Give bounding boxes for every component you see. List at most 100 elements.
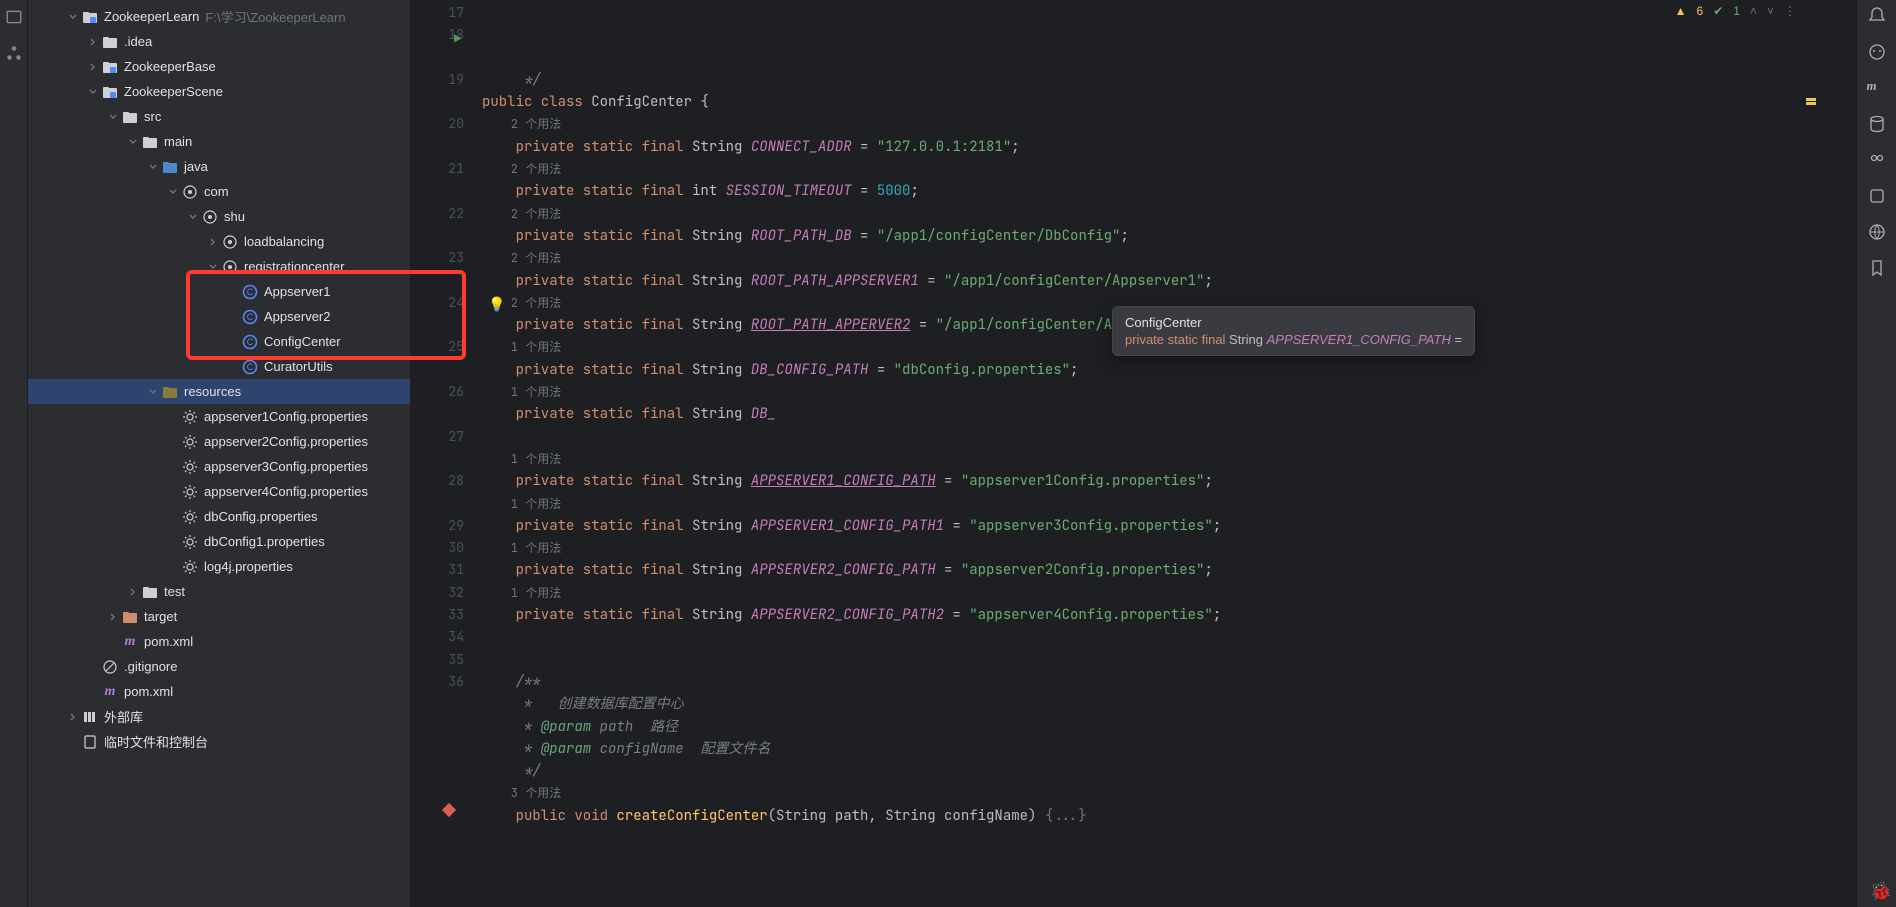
tree-node-zookeeperscene[interactable]: ZookeeperScene [28, 79, 410, 104]
more-icon[interactable]: ⋮ [1784, 4, 1796, 18]
usages-inlay[interactable]: 1 个用法 [482, 537, 1856, 559]
notifications-icon[interactable] [1867, 6, 1887, 26]
gutter-line[interactable]: 32 [410, 582, 464, 604]
bookmarks-icon[interactable] [1867, 258, 1887, 278]
gutter-line[interactable] [410, 716, 464, 738]
web-icon[interactable] [1867, 222, 1887, 242]
chevron-down-icon[interactable] [124, 137, 142, 147]
gutter-line[interactable] [410, 136, 464, 158]
structure-icon[interactable] [5, 44, 23, 62]
usages-inlay[interactable]: 2 个用法 [482, 158, 1856, 180]
gutter-line[interactable]: 33 [410, 604, 464, 626]
usages-inlay[interactable]: 2 个用法 [482, 113, 1856, 135]
chevron-down-icon[interactable] [104, 112, 122, 122]
gutter-line[interactable]: 35 [410, 649, 464, 671]
gutter-line[interactable]: 31 [410, 559, 464, 581]
chevron-right-icon[interactable] [104, 612, 122, 622]
tree-node-curatorutils[interactable]: CCuratorUtils [28, 354, 410, 379]
chevron-right-icon[interactable] [124, 587, 142, 597]
tree-node-registrationcenter[interactable]: registrationcenter [28, 254, 410, 279]
tree-node-main[interactable]: main [28, 129, 410, 154]
code-line[interactable]: * @param configName 配置文件名 [482, 738, 1856, 760]
gutter-line[interactable] [410, 270, 464, 292]
gutter-line[interactable] [410, 359, 464, 381]
tree-node-dbconfig-properties[interactable]: dbConfig.properties [28, 504, 410, 529]
tree-node-appserver1config-properties[interactable]: appserver1Config.properties [28, 404, 410, 429]
usages-inlay[interactable]: 2 个用法 [482, 247, 1856, 269]
warning-marker[interactable] [1806, 102, 1816, 105]
tree-node-log4j-properties[interactable]: log4j.properties [28, 554, 410, 579]
code-line[interactable]: * @param path 路径 [482, 716, 1856, 738]
gutter-line[interactable]: 34 [410, 626, 464, 648]
code-line[interactable]: /** [482, 671, 1856, 693]
gutter-line[interactable]: 20 [410, 113, 464, 135]
usages-inlay[interactable]: 1 个用法 [482, 381, 1856, 403]
code-line[interactable]: private static final String ROOT_PATH_AP… [482, 270, 1856, 292]
tree-node-appserver2config-properties[interactable]: appserver2Config.properties [28, 429, 410, 454]
chevron-down-icon[interactable] [84, 87, 102, 97]
tree-node-shu[interactable]: shu [28, 204, 410, 229]
chevron-down-icon[interactable] [184, 212, 202, 222]
tree-node-appserver3config-properties[interactable]: appserver3Config.properties [28, 454, 410, 479]
run-gutter-icon[interactable]: ▶ [454, 28, 462, 50]
collaborate-icon[interactable] [1867, 150, 1887, 170]
gutter-line[interactable]: 26 [410, 381, 464, 403]
tree-node-dbconfig1-properties[interactable]: dbConfig1.properties [28, 529, 410, 554]
code-line[interactable]: private static final String DB_CONFIG_PA… [482, 359, 1856, 381]
gutter-line[interactable] [410, 180, 464, 202]
gutter-line[interactable]: 23 [410, 247, 464, 269]
ok-icon[interactable]: ✔ [1713, 4, 1723, 18]
prev-highlight-icon[interactable]: ˄ [1750, 4, 1757, 18]
usages-inlay[interactable]: 1 个用法 [482, 582, 1856, 604]
chevron-down-icon[interactable] [64, 12, 82, 22]
usages-inlay[interactable]: 1 个用法 [482, 448, 1856, 470]
tree-node-target[interactable]: target [28, 604, 410, 629]
usages-inlay[interactable]: 2 个用法 [482, 203, 1856, 225]
maven-tool-icon[interactable]: m [1867, 78, 1887, 98]
tree-node-zookeeperbase[interactable]: ZookeeperBase [28, 54, 410, 79]
gutter-line[interactable]: 17 [410, 2, 464, 24]
tree-node-configcenter[interactable]: CConfigCenter [28, 329, 410, 354]
warning-marker[interactable] [1806, 98, 1816, 101]
chevron-down-icon[interactable] [164, 187, 182, 197]
gutter-line[interactable]: 27 [410, 426, 464, 448]
ladybug-icon[interactable]: 🐞 [1870, 880, 1892, 903]
gutter-line[interactable]: 28 [410, 470, 464, 492]
tree-node--gitignore[interactable]: .gitignore [28, 654, 410, 679]
code-line[interactable]: private static final String DB_ [482, 403, 1856, 425]
project-icon[interactable] [5, 8, 23, 26]
tree-node-pom-xml[interactable]: mpom.xml [28, 679, 410, 704]
chevron-right-icon[interactable] [204, 237, 222, 247]
tree-node-appserver4config-properties[interactable]: appserver4Config.properties [28, 479, 410, 504]
tree-node--[interactable]: 外部库 [28, 704, 410, 729]
tree-node-pom-xml[interactable]: mpom.xml [28, 629, 410, 654]
code-line[interactable]: private static final int SESSION_TIMEOUT… [482, 180, 1856, 202]
project-tree[interactable]: ZookeeperLearnF:\学习\ZookeeperLearn.ideaZ… [28, 0, 410, 907]
code-editor[interactable]: 17▶181920212223💡242526272829303132333435… [410, 0, 1856, 907]
code-line[interactable]: */ [482, 69, 1856, 91]
services-icon[interactable] [1867, 186, 1887, 206]
warning-icon[interactable]: ▲ [1675, 4, 1687, 18]
tree-node-resources[interactable]: resources [28, 379, 410, 404]
chevron-right-icon[interactable] [84, 37, 102, 47]
tree-node-loadbalancing[interactable]: loadbalancing [28, 229, 410, 254]
code-line[interactable]: private static final String APPSERVER2_C… [482, 604, 1856, 626]
chevron-right-icon[interactable] [64, 712, 82, 722]
chevron-down-icon[interactable] [204, 262, 222, 272]
gutter-line[interactable] [410, 693, 464, 715]
tree-node-java[interactable]: java [28, 154, 410, 179]
code-line[interactable] [482, 649, 1856, 671]
next-highlight-icon[interactable]: ˅ [1767, 4, 1774, 18]
gutter-line[interactable]: 24 [410, 292, 464, 314]
gutter-line[interactable] [410, 493, 464, 515]
tree-node--idea[interactable]: .idea [28, 29, 410, 54]
gutter-line[interactable] [410, 314, 464, 336]
code-line[interactable]: private static final String CONNECT_ADDR… [482, 136, 1856, 158]
tree-node-appserver1[interactable]: CAppserver1 [28, 279, 410, 304]
chevron-down-icon[interactable] [144, 162, 162, 172]
gutter-line[interactable]: 30 [410, 537, 464, 559]
error-stripe[interactable] [1804, 0, 1816, 907]
usages-inlay[interactable]: 1 个用法 [482, 493, 1856, 515]
gutter-line[interactable]: 29 [410, 515, 464, 537]
tree-node-com[interactable]: com [28, 179, 410, 204]
